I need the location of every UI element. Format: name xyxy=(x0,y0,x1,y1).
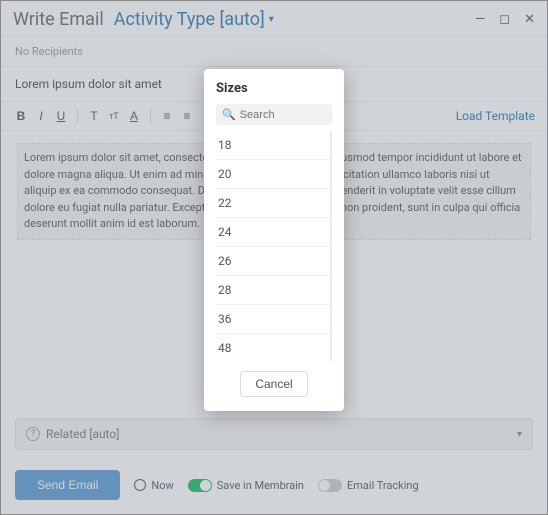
size-option[interactable]: 20 xyxy=(216,160,330,189)
size-option[interactable]: 18 xyxy=(216,131,330,160)
cancel-button[interactable]: Cancel xyxy=(240,371,307,397)
modal-title: Sizes xyxy=(216,81,332,96)
size-option[interactable]: 28 xyxy=(216,276,330,305)
size-option[interactable]: 22 xyxy=(216,189,330,218)
size-option[interactable]: 36 xyxy=(216,305,330,334)
sizes-modal: Sizes 🔍 182022242628364872 Cancel xyxy=(204,69,344,411)
search-icon: 🔍 xyxy=(222,108,236,121)
size-search-wrap[interactable]: 🔍 xyxy=(216,104,332,125)
size-option[interactable]: 48 xyxy=(216,334,330,361)
size-list: 182022242628364872 xyxy=(216,131,332,361)
size-search-input[interactable] xyxy=(240,109,326,121)
size-option[interactable]: 24 xyxy=(216,218,330,247)
size-option[interactable]: 26 xyxy=(216,247,330,276)
